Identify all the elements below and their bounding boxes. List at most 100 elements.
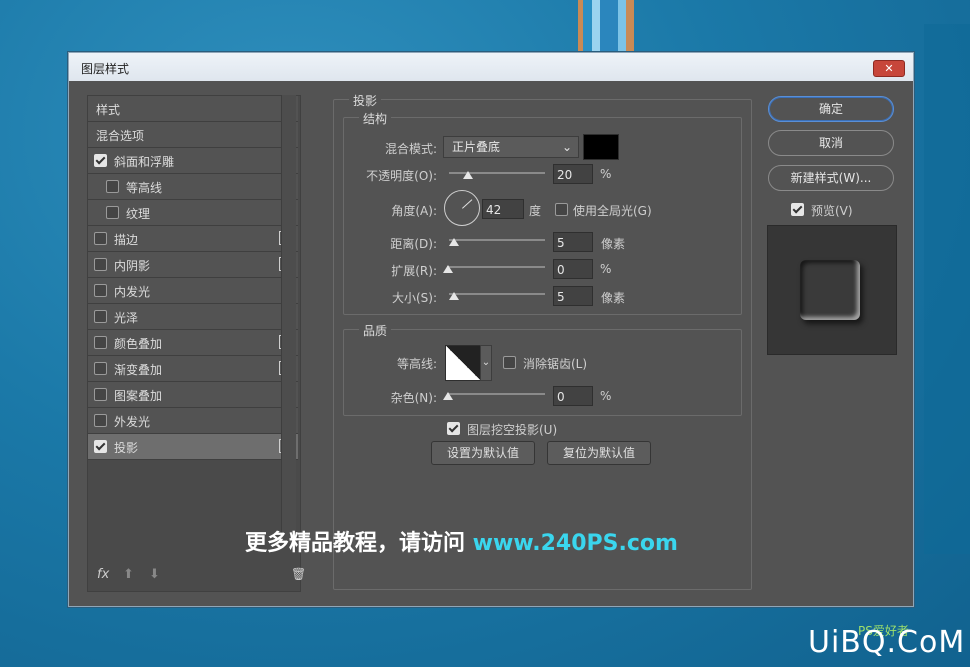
style-item-label: 内阴影 [114, 259, 151, 273]
cancel-button[interactable]: 取消 [768, 130, 894, 156]
style-item-label: 渐变叠加 [114, 363, 163, 377]
style-item-checkbox[interactable] [94, 440, 107, 453]
angle-label: 角度(A): [391, 204, 437, 218]
drop-shadow-title: 投影 [349, 92, 382, 109]
style-item-label: 光泽 [114, 311, 139, 325]
contour-label: 等高线: [396, 357, 437, 371]
blend-mode-select[interactable]: 正片叠底 ⌄ [443, 136, 579, 158]
noise-slider-thumb[interactable] [443, 392, 453, 400]
knockout-label: 图层挖空投影(U) [467, 423, 558, 437]
corner-brand-logo: UiBQ.CoM [808, 625, 966, 660]
opacity-unit: % [600, 167, 612, 181]
preview-swatch [800, 260, 860, 320]
opacity-label: 不透明度(O): [366, 169, 437, 183]
noise-input[interactable]: 0 [553, 386, 593, 406]
chevron-down-icon: ⌄ [561, 140, 572, 154]
style-item-checkbox[interactable] [94, 310, 107, 323]
style-item-checkbox[interactable] [94, 414, 107, 427]
background-panel [924, 24, 970, 554]
style-item-checkbox[interactable] [94, 388, 107, 401]
style-item[interactable]: 混合选项 [88, 122, 298, 148]
noise-label: 杂色(N): [390, 391, 437, 405]
style-item[interactable]: 内发光 [88, 278, 298, 304]
style-item-checkbox[interactable] [94, 232, 107, 245]
shadow-color-swatch[interactable] [583, 134, 619, 160]
distance-slider-thumb[interactable] [449, 238, 459, 246]
style-item-label: 样式 [96, 103, 121, 117]
spread-unit: % [600, 262, 612, 276]
fx-icon[interactable]: fx [97, 567, 109, 582]
blend-mode-value: 正片叠底 [452, 140, 501, 154]
trash-icon[interactable]: 🗑 [291, 567, 306, 581]
style-item-checkbox[interactable] [94, 336, 107, 349]
style-item[interactable]: 外发光 [88, 408, 298, 434]
global-light-label: 使用全局光(G) [573, 204, 652, 218]
style-item-label: 投影 [114, 441, 139, 455]
contour-thumbnail[interactable] [445, 345, 481, 381]
size-slider-track[interactable] [449, 293, 545, 295]
style-item-label: 内发光 [114, 285, 151, 299]
blend-mode-label: 混合模式: [384, 142, 437, 156]
anti-alias-checkbox[interactable] [503, 356, 516, 369]
distance-unit: 像素 [601, 237, 626, 251]
distance-slider-track[interactable] [449, 239, 545, 241]
style-item[interactable]: 渐变叠加+ [88, 356, 298, 382]
style-item[interactable]: 颜色叠加+ [88, 330, 298, 356]
style-item[interactable]: 图案叠加 [88, 382, 298, 408]
spread-input[interactable]: 0 [553, 259, 593, 279]
styles-list-scrollbar[interactable] [281, 95, 296, 543]
styles-toolbar: fx ⬆ ⬇ 🗑 [87, 563, 313, 591]
angle-dial-needle [462, 199, 473, 209]
spread-slider-track[interactable] [447, 266, 545, 268]
style-item-label: 外发光 [114, 415, 151, 429]
style-item[interactable]: 描边+ [88, 226, 298, 252]
angle-unit: 度 [529, 204, 542, 218]
style-item-label: 颜色叠加 [114, 337, 163, 351]
move-down-icon[interactable]: ⬇ [149, 567, 160, 582]
style-item[interactable]: 样式 [88, 96, 298, 122]
background-decoration [578, 0, 634, 54]
style-item[interactable]: 斜面和浮雕 [88, 148, 298, 174]
contour-dropdown-icon[interactable]: ⌄ [480, 345, 492, 381]
styles-list: 样式混合选项斜面和浮雕等高线纹理描边+内阴影+ 内发光光泽颜色叠加+渐变叠加+ 图案… [87, 95, 301, 592]
noise-unit: % [600, 389, 612, 403]
style-item-checkbox[interactable] [106, 180, 119, 193]
distance-input[interactable]: 5 [553, 232, 593, 252]
close-button[interactable]: ✕ [873, 60, 905, 77]
angle-dial[interactable] [444, 190, 480, 226]
spread-slider-thumb[interactable] [443, 265, 453, 273]
spread-label: 扩展(R): [391, 264, 437, 278]
style-item-label: 等高线 [126, 181, 163, 195]
style-item-label: 描边 [114, 233, 139, 247]
global-light-checkbox[interactable] [555, 203, 568, 216]
style-item-label: 斜面和浮雕 [114, 155, 175, 169]
distance-label: 距离(D): [390, 237, 437, 251]
style-item-checkbox[interactable] [94, 154, 107, 167]
style-item-checkbox[interactable] [94, 284, 107, 297]
reset-default-button[interactable]: 复位为默认值 [547, 441, 651, 465]
style-item[interactable]: 投影+ [88, 434, 298, 460]
knockout-checkbox[interactable] [447, 422, 460, 435]
noise-slider-track[interactable] [447, 393, 545, 395]
move-up-icon[interactable]: ⬆ [123, 567, 134, 582]
opacity-input[interactable]: 20 [553, 164, 593, 184]
style-item-checkbox[interactable] [106, 206, 119, 219]
style-item[interactable]: 纹理 [88, 200, 298, 226]
preview-checkbox[interactable] [791, 203, 804, 216]
style-item[interactable]: 光泽 [88, 304, 298, 330]
size-input[interactable]: 5 [553, 286, 593, 306]
style-item-checkbox[interactable] [94, 362, 107, 375]
opacity-slider-thumb[interactable] [463, 171, 474, 179]
new-style-button[interactable]: 新建样式(W)... [768, 165, 894, 191]
make-default-button[interactable]: 设置为默认值 [431, 441, 535, 465]
ok-button[interactable]: 确定 [768, 96, 894, 122]
layer-style-dialog: 图层样式 ✕ 样式混合选项斜面和浮雕等高线纹理描边+内阴影+ 内发光光泽颜色叠加+… [68, 52, 914, 607]
title-bar: 图层样式 ✕ [69, 53, 913, 81]
style-item[interactable]: 内阴影+ [88, 252, 298, 278]
style-item-label: 图案叠加 [114, 389, 163, 403]
angle-input[interactable]: 42 [482, 199, 524, 219]
promo-url: www.240PS.com [472, 531, 678, 556]
style-item-checkbox[interactable] [94, 258, 107, 271]
style-item[interactable]: 等高线 [88, 174, 298, 200]
size-slider-thumb[interactable] [449, 292, 459, 300]
